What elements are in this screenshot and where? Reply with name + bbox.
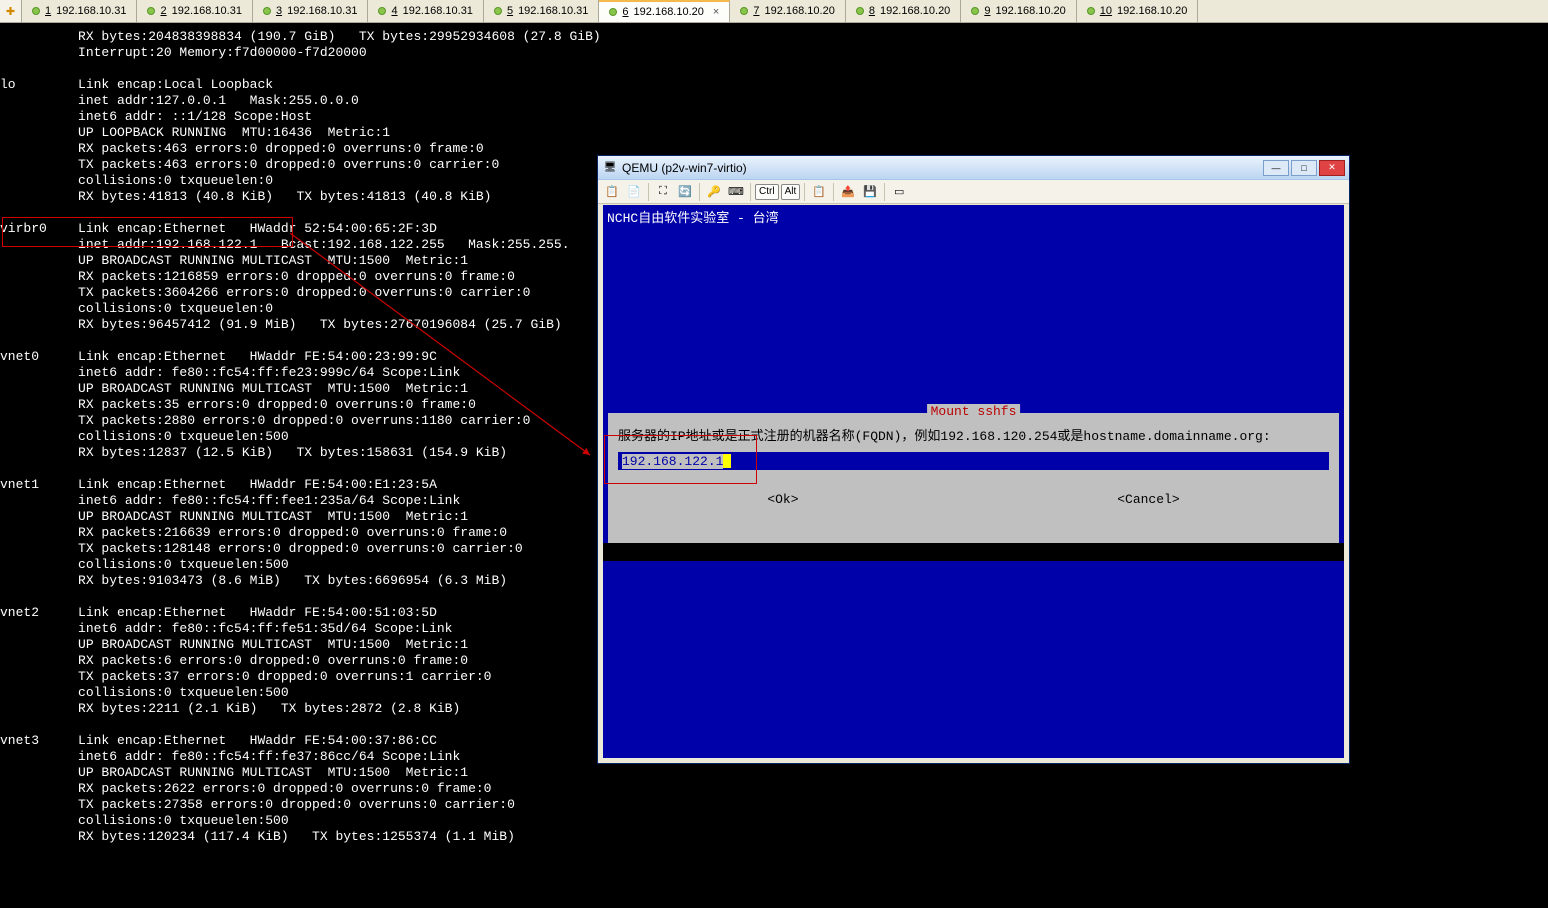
alt-key-button[interactable]: Alt bbox=[781, 184, 801, 200]
tab-ip: 192.168.10.20 bbox=[764, 5, 834, 17]
vm-black-strip bbox=[603, 543, 1344, 561]
fullscreen-icon[interactable]: ⛶ bbox=[653, 182, 673, 202]
tab-number: 2 bbox=[160, 5, 166, 17]
maximize-button[interactable]: □ bbox=[1291, 160, 1317, 176]
tab-bar: ✚ 1 192.168.10.31 2 192.168.10.31 3 192.168.1… bbox=[0, 0, 1548, 23]
refresh-icon[interactable]: 🔄 bbox=[675, 182, 695, 202]
status-dot-icon bbox=[32, 7, 40, 15]
tab-number: 6 bbox=[622, 6, 628, 18]
tab-1[interactable]: 1 192.168.10.31 bbox=[22, 0, 137, 22]
sshfs-ip-input[interactable]: 192.168.122.1 bbox=[618, 452, 1329, 470]
qemu-icon: 🖥 bbox=[602, 160, 618, 176]
tab-10[interactable]: 10 192.168.10.20 bbox=[1077, 0, 1199, 22]
new-tab-button[interactable]: ✚ bbox=[0, 0, 22, 22]
tab-number: 1 bbox=[45, 5, 51, 17]
qemu-title: QEMU (p2v-win7-virtio) bbox=[622, 161, 1263, 175]
cancel-button[interactable]: <Cancel> bbox=[1117, 492, 1179, 507]
tab-ip: 192.168.10.20 bbox=[634, 6, 704, 18]
tab-ip: 192.168.10.31 bbox=[172, 5, 242, 17]
status-dot-icon bbox=[609, 8, 617, 16]
tab-close-icon[interactable]: × bbox=[713, 6, 719, 18]
toolbar-btn-copy[interactable]: 📋 bbox=[809, 182, 829, 202]
tab-ip: 192.168.10.31 bbox=[56, 5, 126, 17]
status-dot-icon bbox=[1087, 7, 1095, 15]
status-dot-icon bbox=[378, 7, 386, 15]
tab-ip: 192.168.10.20 bbox=[1117, 5, 1187, 17]
tab-number: 8 bbox=[869, 5, 875, 17]
tab-ip: 192.168.10.20 bbox=[880, 5, 950, 17]
tab-ip: 192.168.10.31 bbox=[518, 5, 588, 17]
close-button[interactable]: ✕ bbox=[1319, 160, 1345, 176]
status-dot-icon bbox=[263, 7, 271, 15]
tab-2[interactable]: 2 192.168.10.31 bbox=[137, 0, 252, 22]
status-dot-icon bbox=[147, 7, 155, 15]
toolbar-btn-1[interactable]: 📋 bbox=[602, 182, 622, 202]
status-dot-icon bbox=[494, 7, 502, 15]
key-icon[interactable]: 🔑 bbox=[704, 182, 724, 202]
vm-header-text: NCHC自由软件实验室 - 台湾 bbox=[603, 205, 1344, 228]
qemu-window: 🖥 QEMU (p2v-win7-virtio) — □ ✕ 📋 📄 ⛶ 🔄 🔑… bbox=[597, 155, 1350, 764]
status-dot-icon bbox=[856, 7, 864, 15]
dialog-title: Mount sshfs bbox=[927, 404, 1021, 419]
tab-9[interactable]: 9 192.168.10.20 bbox=[961, 0, 1076, 22]
toolbar-btn-2[interactable]: 📄 bbox=[624, 182, 644, 202]
ok-button[interactable]: <Ok> bbox=[767, 492, 798, 507]
tab-ip: 192.168.10.31 bbox=[287, 5, 357, 17]
status-dot-icon bbox=[740, 7, 748, 15]
tab-ip: 192.168.10.20 bbox=[995, 5, 1065, 17]
tab-number: 10 bbox=[1100, 5, 1112, 17]
tab-number: 5 bbox=[507, 5, 513, 17]
tab-3[interactable]: 3 192.168.10.31 bbox=[253, 0, 368, 22]
mount-sshfs-dialog: Mount sshfs 服务器的IP地址或是正式注册的机器名称(FQDN)，例如… bbox=[608, 413, 1339, 543]
tab-5[interactable]: 5 192.168.10.31 bbox=[484, 0, 599, 22]
toolbar-btn-export[interactable]: 📤 bbox=[838, 182, 858, 202]
qemu-vm-screen[interactable]: NCHC自由软件实验室 - 台湾 Mount sshfs 服务器的IP地址或是正… bbox=[603, 205, 1344, 758]
tab-ip: 192.168.10.31 bbox=[403, 5, 473, 17]
tab-number: 7 bbox=[753, 5, 759, 17]
qemu-title-bar[interactable]: 🖥 QEMU (p2v-win7-virtio) — □ ✕ bbox=[598, 156, 1349, 180]
status-dot-icon bbox=[971, 7, 979, 15]
tab-number: 9 bbox=[984, 5, 990, 17]
tab-7[interactable]: 7 192.168.10.20 bbox=[730, 0, 845, 22]
toolbar-btn-last[interactable]: ▭ bbox=[889, 182, 909, 202]
tab-8[interactable]: 8 192.168.10.20 bbox=[846, 0, 961, 22]
tab-4[interactable]: 4 192.168.10.31 bbox=[368, 0, 483, 22]
save-icon[interactable]: 💾 bbox=[860, 182, 880, 202]
tab-number: 3 bbox=[276, 5, 282, 17]
tab-number: 4 bbox=[391, 5, 397, 17]
minimize-button[interactable]: — bbox=[1263, 160, 1289, 176]
tab-6[interactable]: 6 192.168.10.20 × bbox=[599, 0, 730, 22]
send-key-icon[interactable]: ⌨ bbox=[726, 182, 746, 202]
qemu-toolbar: 📋 📄 ⛶ 🔄 🔑 ⌨ Ctrl Alt 📋 📤 💾 ▭ bbox=[598, 180, 1349, 204]
ctrl-key-button[interactable]: Ctrl bbox=[755, 184, 779, 200]
